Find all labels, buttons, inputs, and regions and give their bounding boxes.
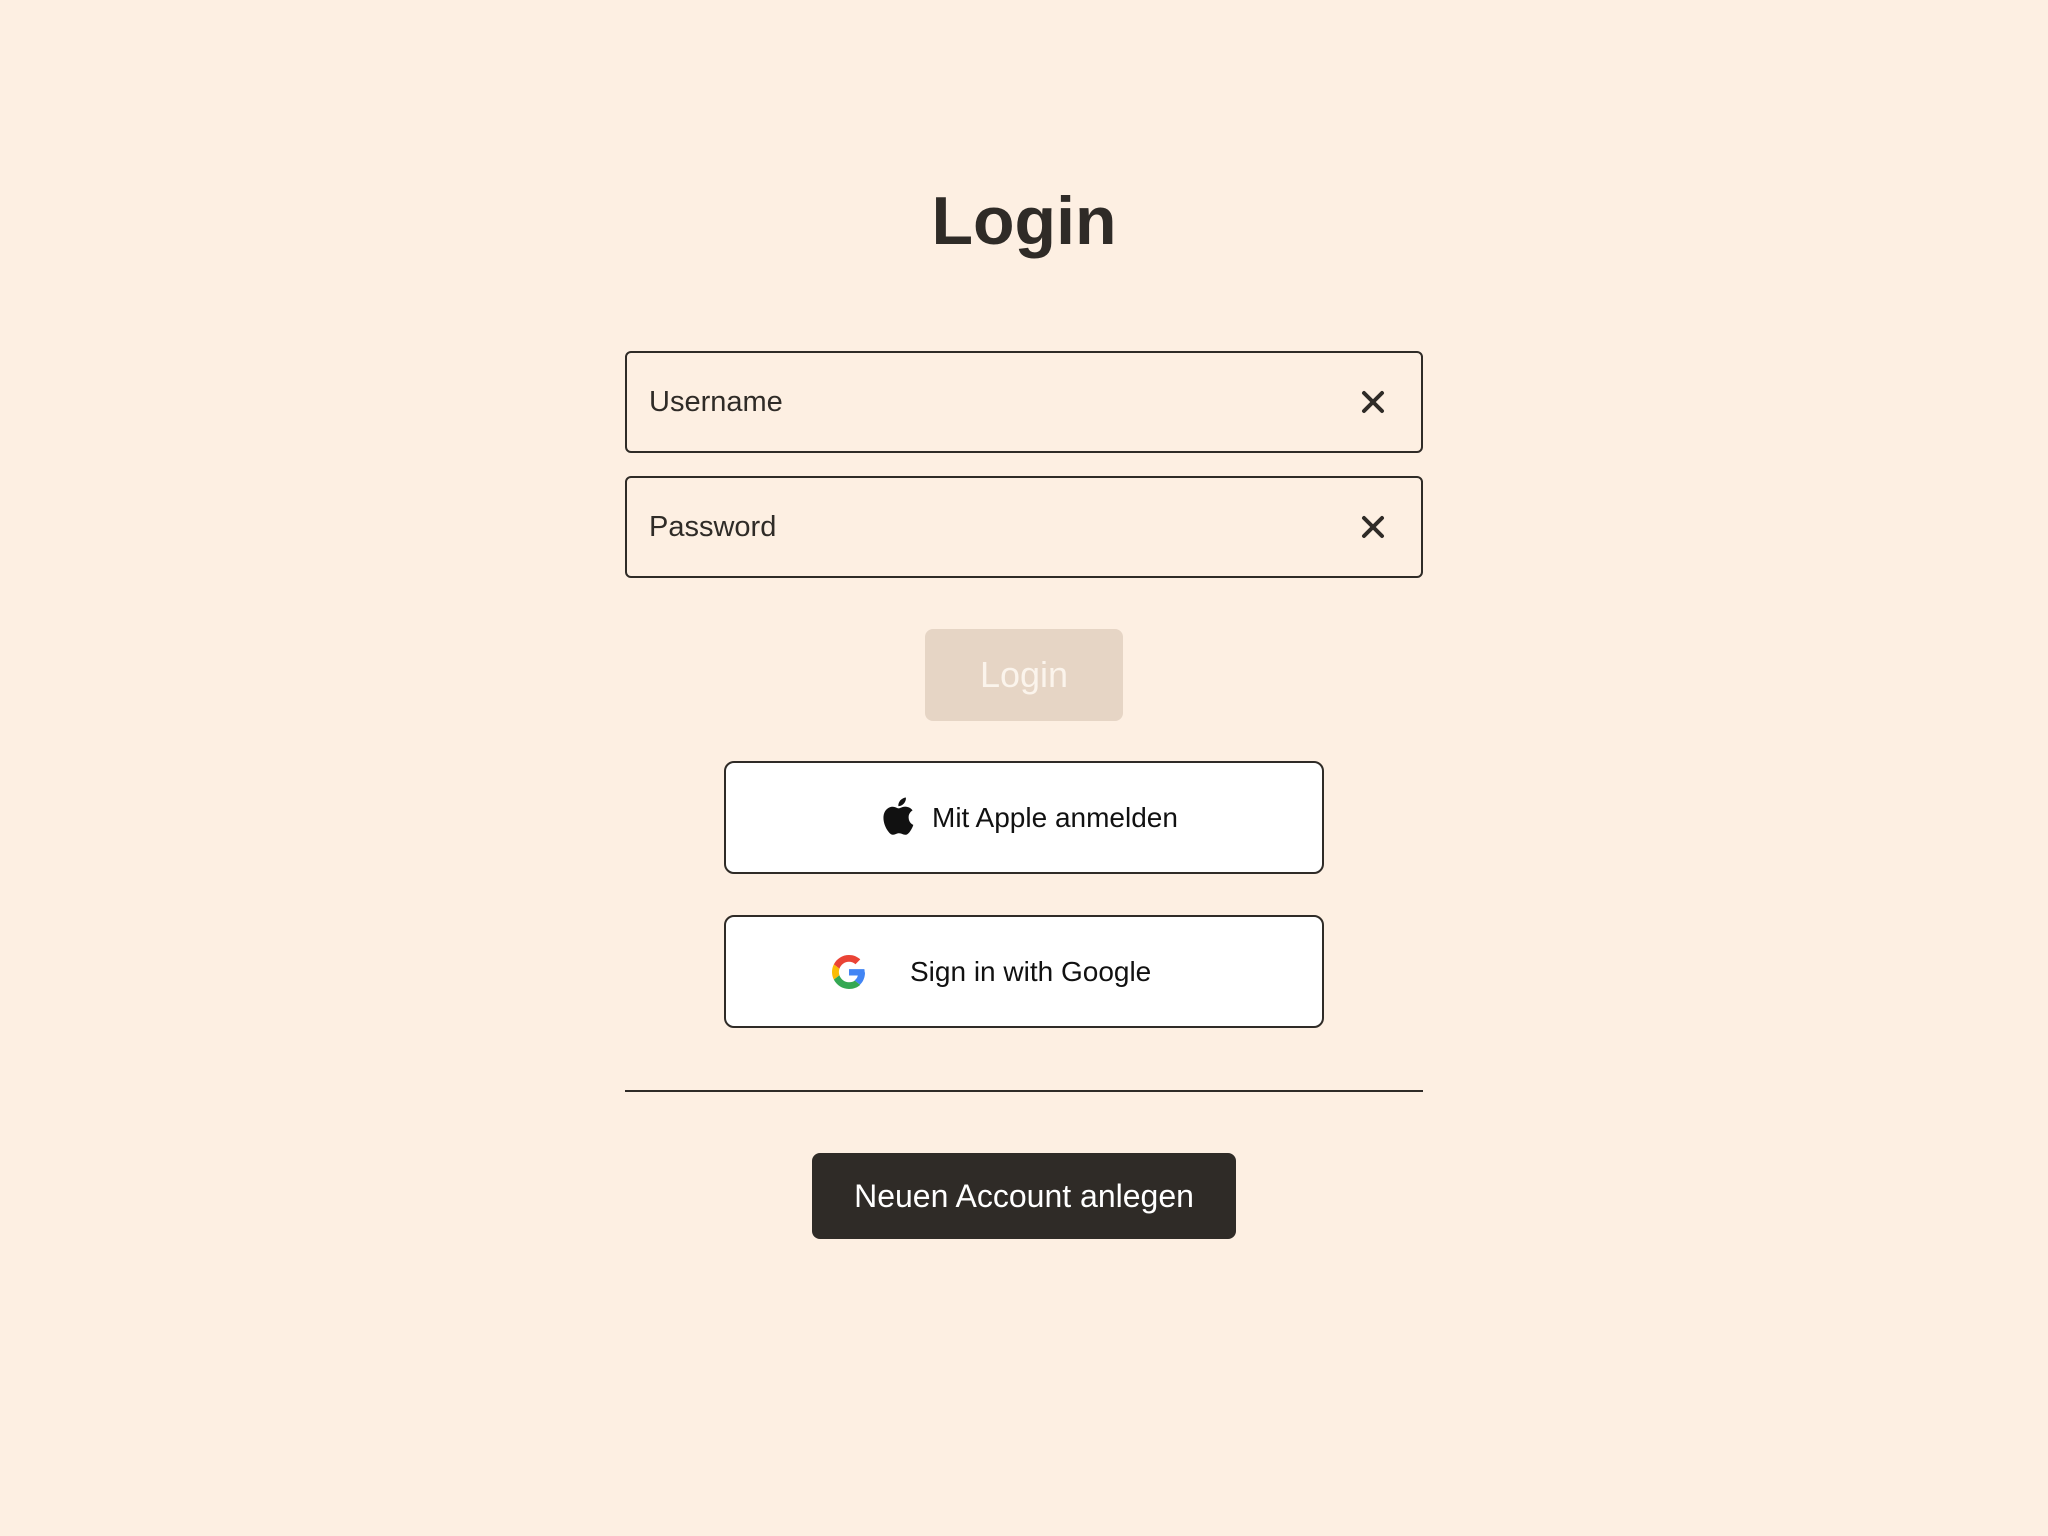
username-field-container[interactable] [625, 351, 1423, 453]
apple-signin-label: Mit Apple anmelden [932, 802, 1178, 833]
password-field-container[interactable] [625, 476, 1423, 578]
login-page: Login Login Mit Apple anmelden [0, 0, 2048, 1536]
password-input[interactable] [649, 478, 1329, 576]
close-icon [1362, 391, 1384, 413]
close-icon [1362, 516, 1384, 538]
clear-username-button[interactable] [1353, 382, 1393, 422]
clear-password-button[interactable] [1353, 507, 1393, 547]
username-input[interactable] [649, 353, 1329, 451]
apple-signin-button[interactable]: Mit Apple anmelden [724, 761, 1324, 874]
divider [625, 1090, 1423, 1092]
google-logo-icon [832, 955, 866, 989]
page-title: Login [931, 183, 1117, 259]
google-signin-button[interactable]: Sign in with Google [724, 915, 1324, 1028]
create-account-button[interactable]: Neuen Account anlegen [812, 1153, 1236, 1239]
apple-logo-icon [883, 797, 914, 835]
google-signin-label: Sign in with Google [910, 956, 1152, 987]
login-button[interactable]: Login [925, 629, 1123, 721]
